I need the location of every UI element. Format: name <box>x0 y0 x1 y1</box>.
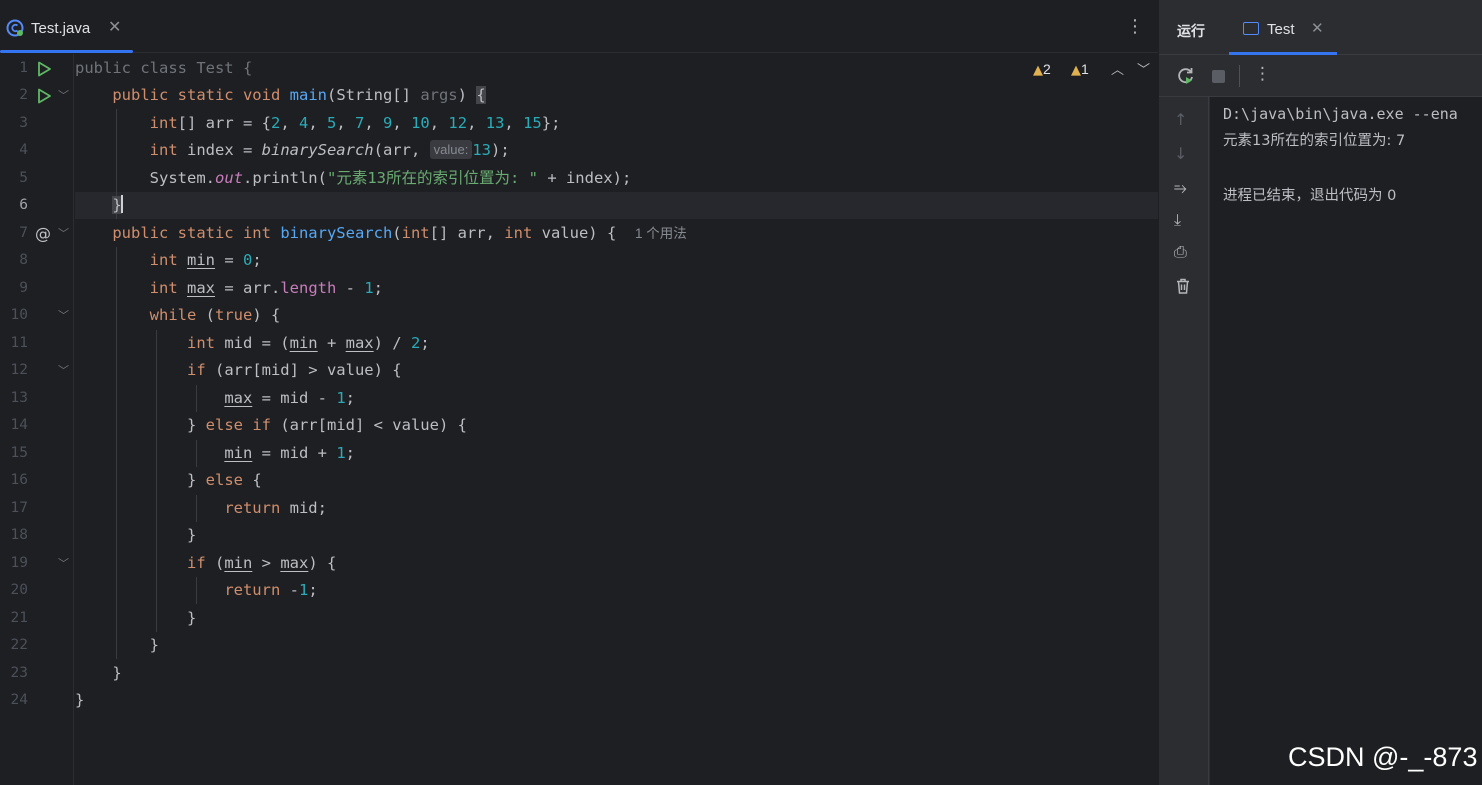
code-line: int min = 0; <box>149 251 262 269</box>
line-number: 23 <box>10 665 28 681</box>
implements-at-icon[interactable]: @ <box>35 220 51 247</box>
line-number: 9 <box>19 280 28 296</box>
code-line: if (min > max) { <box>186 554 337 572</box>
run-icon[interactable] <box>36 88 52 104</box>
code-line: public class Test { <box>75 59 253 77</box>
line-number: 24 <box>10 692 28 708</box>
code-line: while (true) { <box>149 306 281 324</box>
code-line: public static void main(String[] args) { <box>112 86 486 104</box>
fold-icon[interactable]: ﹀ <box>58 357 69 384</box>
line-number: 8 <box>19 252 28 268</box>
line-number: 2 <box>19 87 28 103</box>
line-number: 5 <box>19 170 28 186</box>
fold-icon[interactable]: ﹀ <box>58 550 69 577</box>
code-line-current: } <box>112 195 123 214</box>
console-window-icon <box>1243 22 1259 35</box>
close-icon[interactable]: ✕ <box>108 17 121 36</box>
tab-label: Test.java <box>31 20 91 37</box>
code-line: } else if (arr[mid] < value) { <box>75 416 467 434</box>
line-number: 15 <box>10 445 28 461</box>
fold-icon[interactable]: ﹀ <box>58 220 69 247</box>
line-number: 14 <box>10 417 28 433</box>
arrow-down-icon[interactable]: ↓ <box>1174 144 1187 163</box>
code-line: int mid = (min + max) / 2; <box>186 334 430 352</box>
active-tab-indicator <box>0 50 133 53</box>
close-icon[interactable]: ✕ <box>1311 19 1324 37</box>
tab-test-java[interactable]: Test.java ✕ <box>0 0 133 53</box>
code-line: } <box>75 664 122 682</box>
string-literal: "元素13所在的索引位置为: " <box>326 169 538 187</box>
toolbar-divider <box>1239 65 1240 87</box>
line-number: 1 <box>19 60 28 76</box>
line-number: 12 <box>10 362 28 378</box>
line-number: 21 <box>10 610 28 626</box>
stop-icon[interactable] <box>1212 70 1225 83</box>
more-options-icon[interactable]: ⋮ <box>1126 16 1144 37</box>
code-area[interactable]: public class Test { public static void m… <box>75 54 1158 785</box>
scroll-to-end-icon[interactable]: ⤓ <box>1174 210 1181 230</box>
rerun-icon[interactable] <box>1176 66 1196 86</box>
run-panel-header: 运行 Test ✕ <box>1159 0 1482 55</box>
java-class-icon <box>6 19 24 37</box>
more-options-icon[interactable]: ⋮ <box>1254 64 1271 84</box>
usage-hint[interactable]: 1 个用法 <box>635 226 687 241</box>
run-tab-label: Test <box>1267 21 1295 38</box>
code-line: public static int binarySearch(int[] arr… <box>112 224 687 242</box>
line-number: 17 <box>10 500 28 516</box>
code-line: int[] arr = {2, 4, 5, 7, 9, 10, 12, 13, … <box>149 114 561 132</box>
line-number: 20 <box>10 582 28 598</box>
line-number: 3 <box>19 115 28 131</box>
run-tool-window: 运行 Test ✕ ⋮ ↑ ↓ ⥱ ⤓ ⎙ D:\java\bin\java.e… <box>1158 0 1482 785</box>
editor-tab-bar: Test.java ✕ ⋮ <box>0 0 1158 53</box>
code-line: } <box>75 609 197 627</box>
line-number-current: 6 <box>19 197 28 213</box>
line-number: 13 <box>10 390 28 406</box>
code-line: } else { <box>75 471 262 489</box>
code-editor[interactable]: Test.java ✕ ⋮ ▲2 ▲1 ︿ ﹀ 1 2 3 4 5 6 7 8 … <box>0 0 1158 785</box>
tab-run-test[interactable]: Test ✕ <box>1229 0 1337 55</box>
line-number: 19 <box>10 555 28 571</box>
fold-icon[interactable]: ﹀ <box>58 302 69 329</box>
line-number: 7 <box>19 225 28 241</box>
code-line: } <box>75 526 197 544</box>
line-number: 11 <box>10 335 28 351</box>
soft-wrap-icon[interactable]: ⥱ <box>1174 178 1187 198</box>
parameter-hint: value: <box>429 140 473 159</box>
text-cursor <box>120 195 123 213</box>
arrow-up-icon[interactable]: ↑ <box>1174 110 1187 129</box>
code-line: return -1; <box>224 581 318 599</box>
run-panel-title: 运行 <box>1177 24 1205 40</box>
line-number: 16 <box>10 472 28 488</box>
watermark: CSDN @-_-873 <box>1288 742 1478 772</box>
code-line: if (arr[mid] > value) { <box>186 361 402 379</box>
console-output[interactable]: D:\java\bin\java.exe --ena 元素13所在的索引位置为:… <box>1210 97 1482 785</box>
line-number: 22 <box>10 637 28 653</box>
code-line: return mid; <box>224 499 327 517</box>
line-number: 4 <box>19 142 28 158</box>
print-icon[interactable]: ⎙ <box>1174 242 1187 262</box>
line-number: 18 <box>10 527 28 543</box>
line-number: 10 <box>10 307 28 323</box>
run-toolbar: ⋮ <box>1159 55 1482 97</box>
fold-icon[interactable]: ﹀ <box>58 82 69 109</box>
code-line: min = mid + 1; <box>224 444 355 462</box>
code-line: System.out.println("元素13所在的索引位置为: " + in… <box>75 169 632 187</box>
run-icon[interactable] <box>36 61 52 77</box>
gutter[interactable]: 1 2 3 4 5 6 7 8 9 10 11 12 13 14 15 16 1… <box>0 54 74 785</box>
code-line: } <box>75 636 159 654</box>
code-line: int index = binarySearch(arr, value: 13); <box>149 140 510 159</box>
console-line: 进程已结束，退出代码为 0 <box>1223 188 1397 204</box>
code-line: max = mid - 1; <box>224 389 355 407</box>
code-line: } <box>75 691 85 709</box>
console-line: D:\java\bin\java.exe --ena <box>1223 105 1458 123</box>
code-line: int max = arr.length - 1; <box>149 279 384 297</box>
console-line: 元素13所在的索引位置为: 7 <box>1223 133 1406 149</box>
trash-icon[interactable] <box>1174 277 1192 295</box>
run-side-toolbar: ↑ ↓ ⥱ ⤓ ⎙ <box>1159 97 1209 785</box>
